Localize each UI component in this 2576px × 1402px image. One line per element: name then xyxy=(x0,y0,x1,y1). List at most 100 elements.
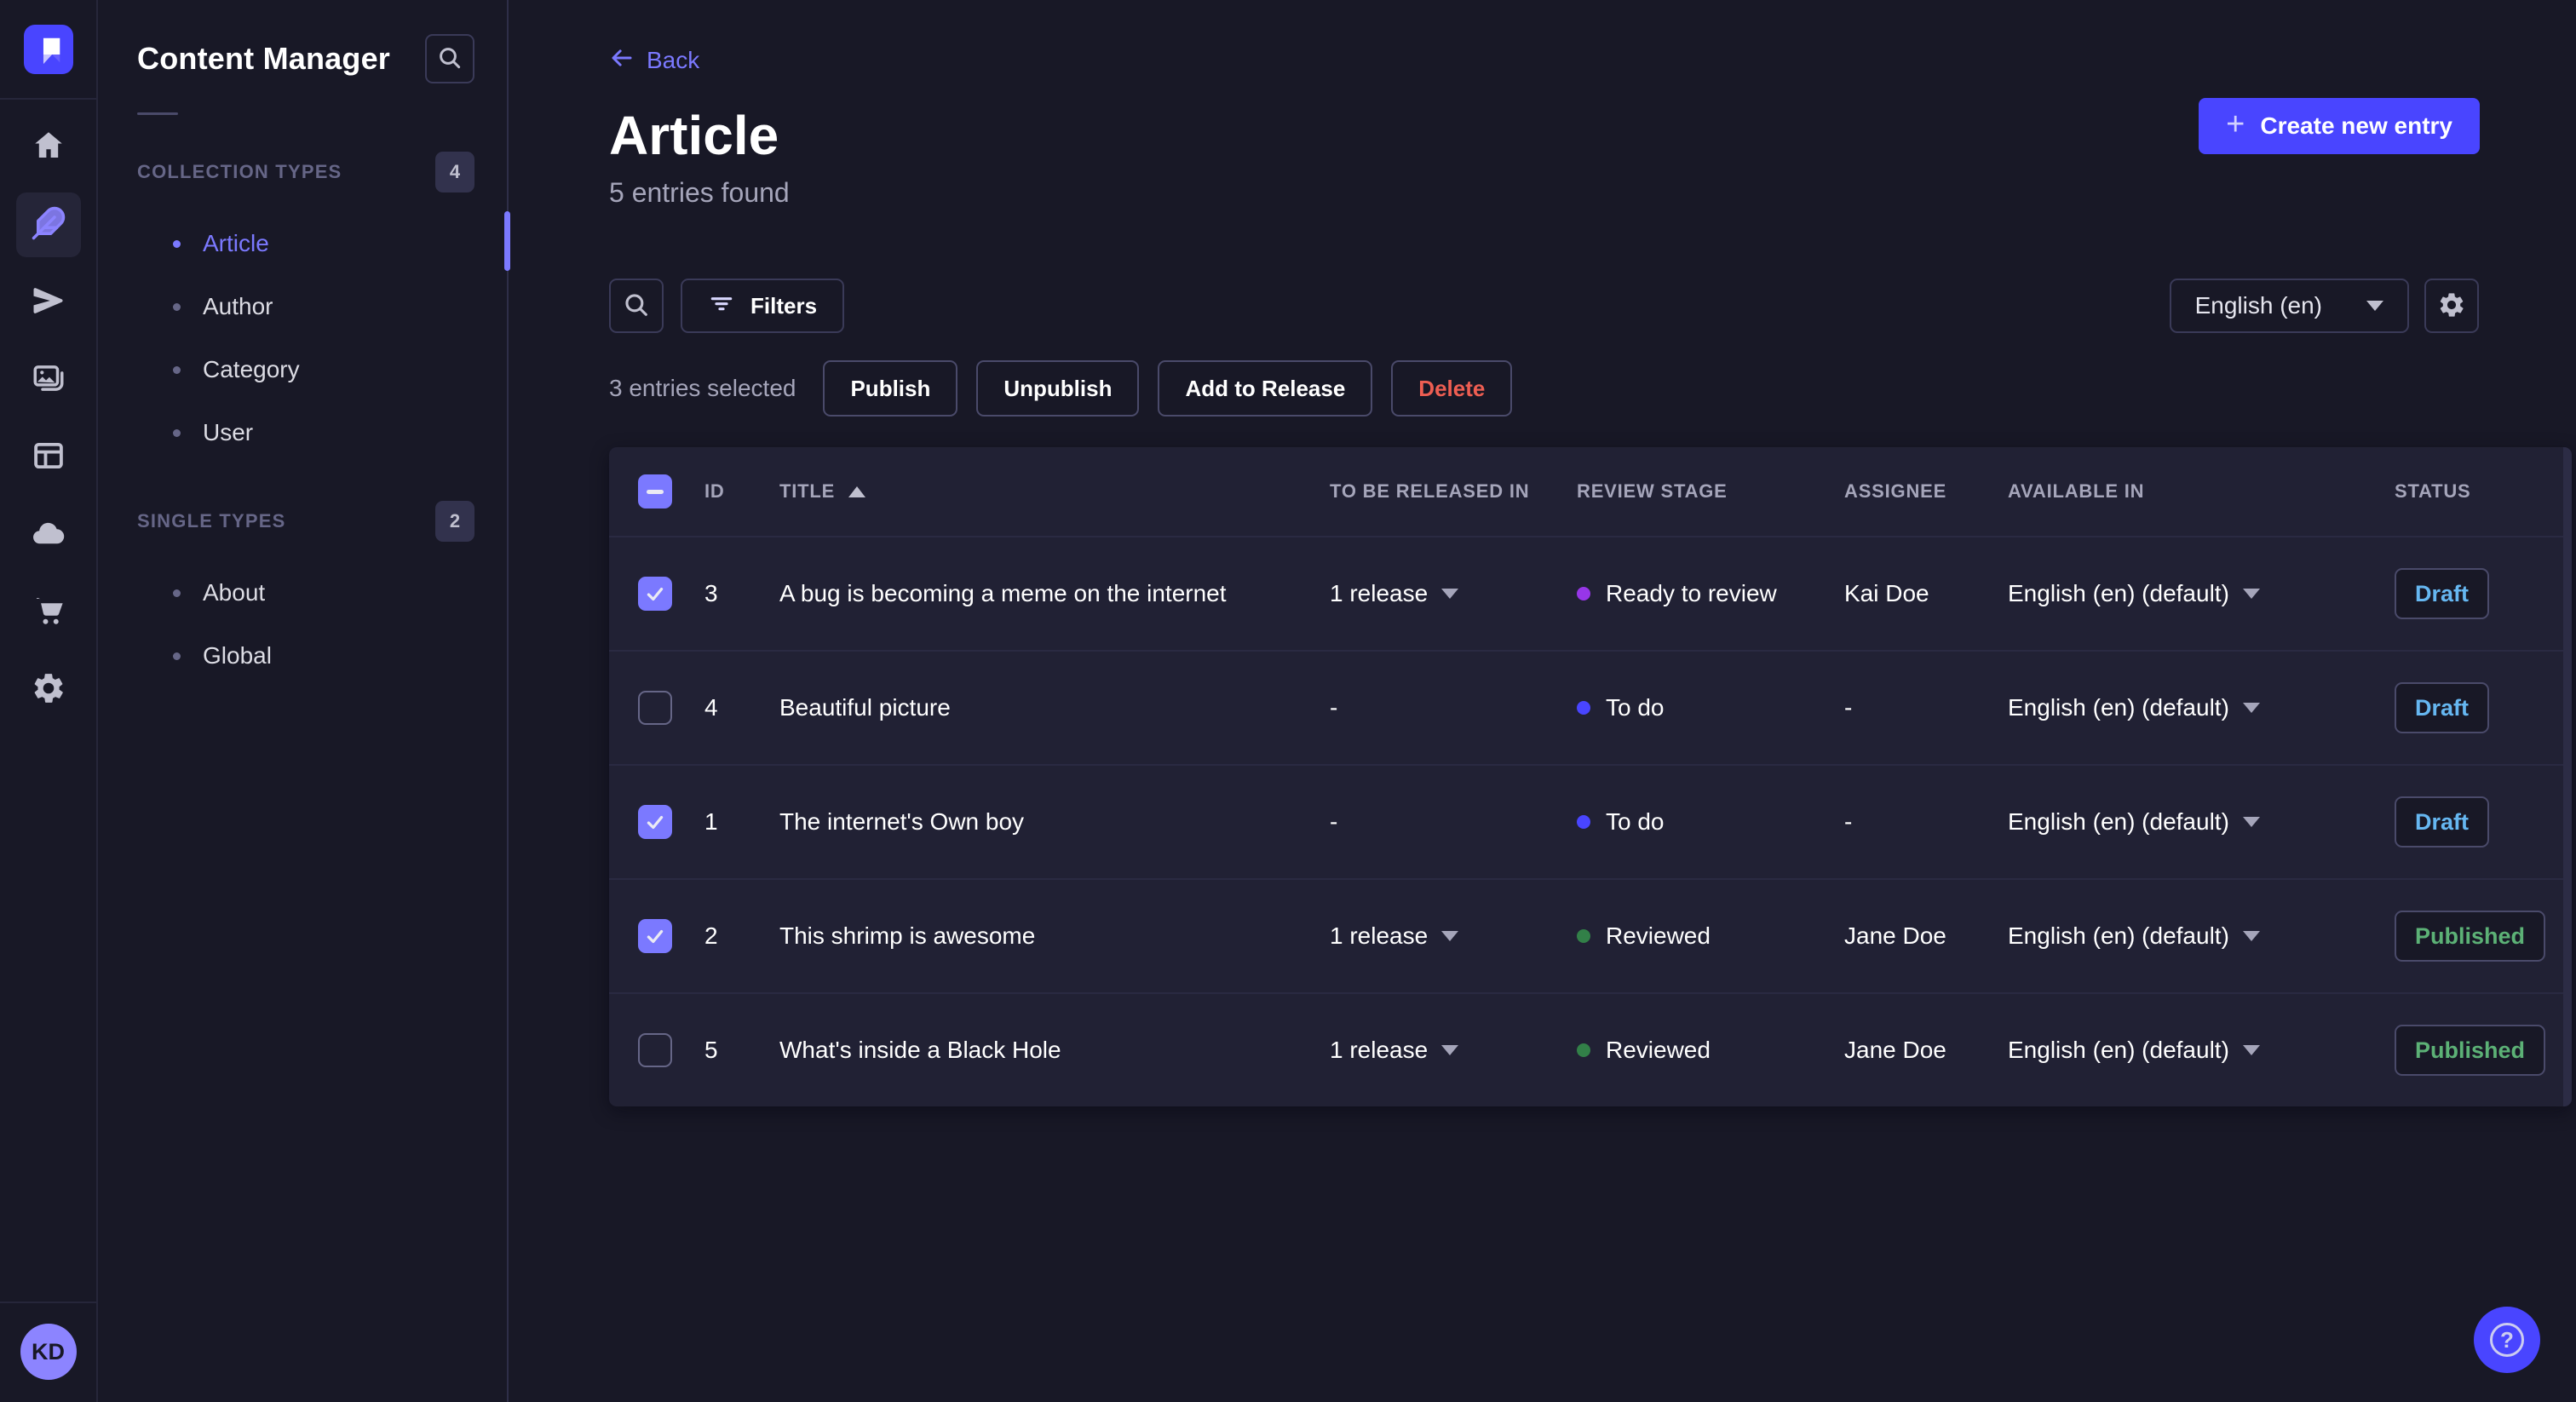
status-badge: Draft xyxy=(2395,796,2490,848)
nav-deploy[interactable] xyxy=(16,503,81,567)
nav-items xyxy=(15,115,81,735)
chevron-down-icon xyxy=(1441,589,1459,599)
cloud-icon xyxy=(31,515,66,555)
logo-box xyxy=(0,0,97,100)
main-content: Back Article 5 entries found + Create ne… xyxy=(509,0,2576,1402)
sidebar-item-category[interactable]: Category xyxy=(98,338,507,401)
strapi-logo-icon[interactable] xyxy=(23,24,73,74)
add-to-release-button[interactable]: Add to Release xyxy=(1158,360,1373,417)
cell-locale-dropdown[interactable]: English (en) (default) xyxy=(1992,808,2379,836)
cell-release-dropdown[interactable]: 1 release xyxy=(1314,922,1561,950)
chevron-down-icon xyxy=(2242,817,2260,827)
nav-content-manager[interactable] xyxy=(15,192,81,257)
nav-marketplace[interactable] xyxy=(16,580,81,645)
shopping-cart-icon xyxy=(31,593,66,633)
cell-review-stage: Ready to review xyxy=(1561,580,1829,607)
section-label: SINGLE TYPES xyxy=(137,510,286,531)
row-checkbox[interactable] xyxy=(638,805,672,839)
nav-media-library[interactable] xyxy=(16,348,81,412)
sidebar-item-global[interactable]: Global xyxy=(98,624,507,687)
sidebar-item-label: Global xyxy=(203,642,272,669)
status-badge: Published xyxy=(2395,911,2546,962)
row-checkbox[interactable] xyxy=(638,1033,672,1067)
table-row[interactable]: 3 A bug is becoming a meme on the intern… xyxy=(609,536,2572,650)
column-header-id[interactable]: ID xyxy=(689,480,764,503)
cell-release-dropdown[interactable]: 1 release xyxy=(1314,580,1561,607)
locale-select[interactable]: English (en) xyxy=(2169,279,2409,333)
sidebar-item-about[interactable]: About xyxy=(98,561,507,624)
status-badge: Published xyxy=(2395,1025,2546,1076)
sidebar-item-user[interactable]: User xyxy=(98,401,507,464)
sidebar-item-author[interactable]: Author xyxy=(98,275,507,338)
table-header-row: ID TITLE TO BE RELEASED IN REVIEW STAGE … xyxy=(609,447,2572,536)
subnav-search-button[interactable] xyxy=(425,34,474,83)
paper-plane-icon xyxy=(31,283,66,323)
filters-button[interactable]: Filters xyxy=(681,279,845,333)
chevron-down-icon xyxy=(1441,931,1459,941)
nav-home[interactable] xyxy=(16,115,81,180)
create-button-label: Create new entry xyxy=(2260,112,2452,139)
nav-releases[interactable] xyxy=(16,270,81,335)
cell-id: 3 xyxy=(704,580,718,606)
help-button[interactable]: ? xyxy=(2474,1307,2540,1373)
cell-title: A bug is becoming a meme on the internet xyxy=(779,580,1227,606)
column-header-title[interactable]: TITLE xyxy=(764,480,1314,503)
create-new-entry-button[interactable]: + Create new entry xyxy=(2199,98,2480,154)
table-row[interactable]: 1 The internet's Own boy - To do - Engli… xyxy=(609,764,2572,878)
cell-locale-dropdown[interactable]: English (en) (default) xyxy=(1992,1037,2379,1064)
bullet-icon xyxy=(173,302,181,311)
cell-review-stage: Reviewed xyxy=(1561,1037,1829,1064)
row-checkbox[interactable] xyxy=(638,691,672,725)
content-manager-subnav: Content Manager COLLECTION TYPES 4 Artic… xyxy=(98,0,510,1402)
cell-locale-dropdown[interactable]: English (en) (default) xyxy=(1992,694,2379,721)
cell-locale-dropdown[interactable]: English (en) (default) xyxy=(1992,580,2379,607)
nav-content-type-builder[interactable] xyxy=(16,425,81,490)
gear-icon xyxy=(31,670,66,710)
search-button[interactable] xyxy=(609,279,664,333)
chevron-down-icon xyxy=(2242,1045,2260,1055)
publish-button[interactable]: Publish xyxy=(823,360,958,417)
cell-review-stage: To do xyxy=(1561,808,1829,836)
table-row[interactable]: 5 What's inside a Black Hole 1 release R… xyxy=(609,992,2572,1106)
cell-release-dropdown[interactable]: 1 release xyxy=(1314,1037,1561,1064)
chevron-down-icon xyxy=(2366,301,2383,311)
sidebar-item-label: User xyxy=(203,419,254,445)
row-checkbox[interactable] xyxy=(638,577,672,611)
row-checkbox[interactable] xyxy=(638,919,672,953)
section-count-badge: 2 xyxy=(435,501,474,542)
home-icon xyxy=(31,128,66,168)
cell-assignee: - xyxy=(1844,694,1853,721)
view-settings-button[interactable] xyxy=(2424,279,2479,333)
delete-button[interactable]: Delete xyxy=(1391,360,1513,417)
filter-icon xyxy=(708,290,735,323)
select-all-checkbox[interactable] xyxy=(638,474,672,509)
sidebar-item-label: Article xyxy=(203,230,269,256)
main-nav: KD xyxy=(0,0,98,1402)
cell-assignee: Jane Doe xyxy=(1844,1037,1946,1063)
table-scrollbar[interactable] xyxy=(2563,447,2572,1106)
sidebar-item-article[interactable]: Article xyxy=(98,212,507,275)
back-link[interactable]: Back xyxy=(609,46,699,75)
chevron-down-icon xyxy=(2242,589,2260,599)
arrow-left-icon xyxy=(609,45,635,77)
bullet-icon xyxy=(173,652,181,660)
chevron-down-icon xyxy=(2242,931,2260,941)
section-count-badge: 4 xyxy=(435,152,474,192)
selection-bar: 3 entries selected Publish Unpublish Add… xyxy=(609,360,2576,417)
subnav-divider xyxy=(137,112,178,115)
table-row[interactable]: 2 This shrimp is awesome 1 release Revie… xyxy=(609,878,2572,992)
chevron-down-icon xyxy=(2242,703,2260,713)
unpublish-button[interactable]: Unpublish xyxy=(976,360,1140,417)
nav-settings[interactable] xyxy=(16,658,81,722)
user-avatar[interactable]: KD xyxy=(20,1324,77,1380)
bullet-icon xyxy=(173,428,181,437)
entries-table: ID TITLE TO BE RELEASED IN REVIEW STAGE … xyxy=(609,447,2572,1106)
cell-release-dropdown: - xyxy=(1330,808,1338,835)
table-row[interactable]: 4 Beautiful picture - To do - English (e… xyxy=(609,650,2572,764)
question-mark-icon: ? xyxy=(2490,1323,2524,1357)
cell-title: This shrimp is awesome xyxy=(779,922,1036,949)
cell-locale-dropdown[interactable]: English (en) (default) xyxy=(1992,922,2379,950)
sidebar-item-label: About xyxy=(203,579,266,606)
layout-icon xyxy=(31,438,66,478)
gear-icon xyxy=(2437,290,2466,322)
